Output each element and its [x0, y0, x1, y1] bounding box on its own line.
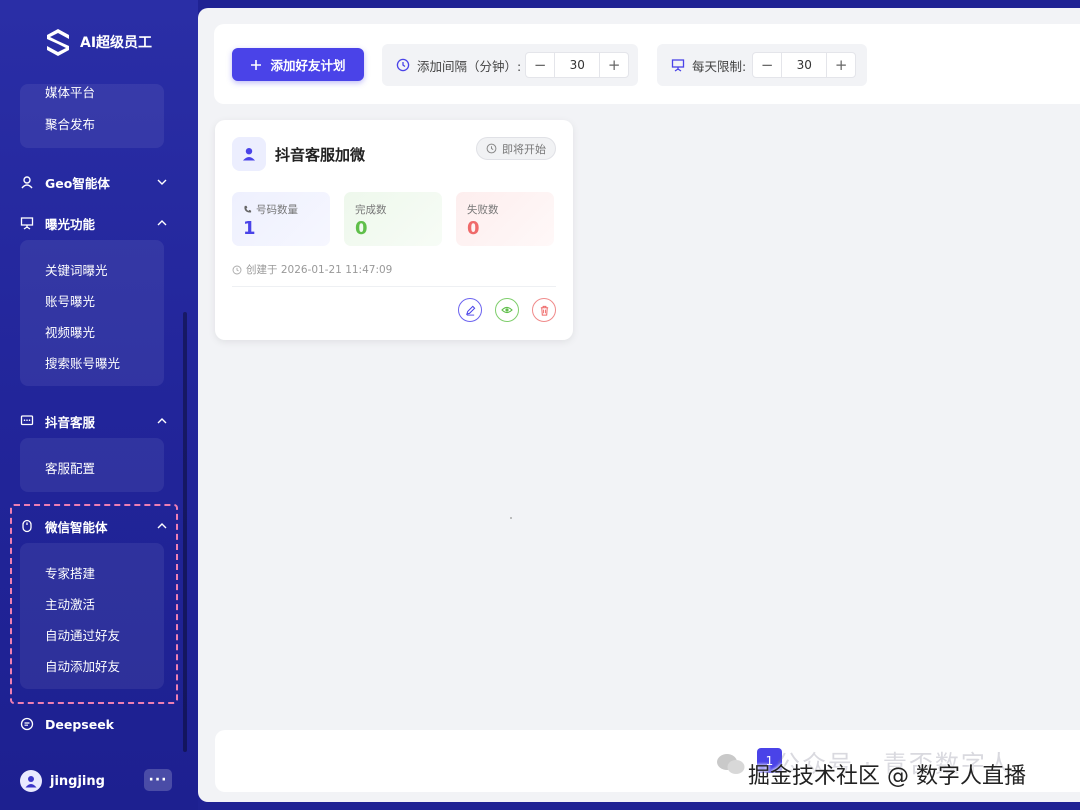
sidebar: AI超级员工 媒体平台 聚合发布 Geo智能体 曝光功能 关键词曝光 账号曝光 …	[0, 0, 198, 810]
card-divider	[232, 286, 556, 287]
created-time-text: 创建于 2026-01-21 11:47:09	[246, 264, 393, 276]
stat-completed-label: 完成数	[355, 204, 387, 216]
sidebar-section-exposure[interactable]: 曝光功能	[20, 211, 168, 235]
interval-decrement-button[interactable]: −	[526, 53, 554, 77]
user-profile[interactable]: jingjing	[20, 768, 105, 794]
clock-icon	[486, 143, 497, 154]
interval-stepper: − 30 +	[525, 52, 630, 78]
sidebar-section-douyin-cs-label: 抖音客服	[45, 414, 96, 430]
stat-completed-value: 0	[355, 218, 368, 239]
eye-icon	[501, 306, 513, 314]
sidebar-item-cs-config[interactable]: 客服配置	[45, 458, 95, 477]
avatar-icon	[20, 770, 42, 792]
status-badge: 即将开始	[476, 137, 556, 160]
daily-limit-stepper: − 30 +	[752, 52, 857, 78]
daily-limit-decrement-button[interactable]: −	[753, 53, 781, 77]
loading-dot	[510, 517, 512, 519]
sidebar-item-search-account-exposure[interactable]: 搜索账号曝光	[45, 353, 120, 372]
sidebar-section-wechat-agent-label: 微信智能体	[45, 519, 108, 535]
user-pin-icon	[20, 175, 34, 189]
chat-box-icon	[20, 414, 34, 428]
interval-control: 添加间隔（分钟）: − 30 +	[382, 44, 638, 86]
sidebar-item-aggregate-publish[interactable]: 聚合发布	[45, 114, 95, 133]
more-options-button[interactable]: ···	[144, 769, 172, 791]
sidebar-section-wechat-agent[interactable]: 微信智能体	[20, 514, 168, 538]
sidebar-section-geo-label: Geo智能体	[45, 175, 110, 191]
chat-bubble-icon	[20, 717, 34, 731]
mouse-icon	[20, 519, 34, 533]
plan-title: 抖音客服加微	[275, 146, 366, 164]
chevron-up-icon	[157, 418, 167, 424]
sidebar-section-douyin-cs[interactable]: 抖音客服	[20, 409, 168, 433]
daily-limit-control: 每天限制: − 30 +	[657, 44, 867, 86]
chevron-down-icon	[157, 179, 167, 185]
wechat-watermark-icon	[717, 754, 745, 774]
chevron-up-icon	[157, 220, 167, 226]
presentation-icon	[671, 59, 685, 72]
chevron-up-icon	[157, 523, 167, 529]
plus-icon	[251, 59, 262, 70]
status-text: 即将开始	[502, 142, 546, 156]
clock-icon	[396, 58, 410, 72]
sidebar-item-auto-add-friend[interactable]: 自动添加好友	[45, 656, 120, 675]
sidebar-item-account-exposure[interactable]: 账号曝光	[45, 291, 95, 310]
stat-failed: 失败数 0	[456, 192, 554, 246]
sidebar-section-deepseek-label: Deepseek	[45, 716, 114, 732]
brand-name: AI超级员工	[80, 35, 153, 51]
sidebar-item-video-exposure[interactable]: 视频曝光	[45, 322, 95, 341]
stat-phone-count-value: 1	[243, 218, 256, 239]
edit-icon	[465, 305, 475, 316]
interval-label: 添加间隔（分钟）:	[417, 58, 522, 74]
stat-phone-count: 号码数量 1	[232, 192, 330, 246]
sidebar-item-expert-build[interactable]: 专家搭建	[45, 563, 95, 582]
stat-label: 号码数量	[243, 202, 298, 217]
daily-limit-value-input[interactable]: 30	[781, 53, 828, 77]
sidebar-item-active-activation[interactable]: 主动激活	[45, 594, 95, 613]
brand[interactable]: AI超级员工	[44, 26, 152, 58]
sidebar-item-keyword-exposure[interactable]: 关键词曝光	[45, 260, 108, 279]
clock-icon	[232, 265, 242, 274]
daily-limit-increment-button[interactable]: +	[827, 53, 855, 77]
username: jingjing	[50, 773, 105, 789]
add-friend-plan-button[interactable]: 添加好友计划	[232, 48, 364, 81]
sidebar-section-geo[interactable]: Geo智能体	[20, 170, 168, 194]
stat-phone-count-label: 号码数量	[256, 204, 298, 216]
toolbar: 添加好友计划 添加间隔（分钟）: − 30 + 每天限制: − 30 +	[214, 24, 1080, 104]
interval-value-input[interactable]: 30	[554, 53, 601, 77]
main-content: 添加好友计划 添加间隔（分钟）: − 30 + 每天限制: − 30 + 抖音客	[198, 8, 1080, 802]
sidebar-item-auto-accept-friend[interactable]: 自动通过好友	[45, 625, 120, 644]
sidebar-scrollbar[interactable]	[183, 312, 187, 752]
delete-button[interactable]	[532, 298, 556, 322]
phone-icon	[244, 205, 252, 213]
presentation-icon	[20, 216, 34, 230]
trash-icon	[540, 305, 548, 316]
stat-completed: 完成数 0	[344, 192, 442, 246]
brand-logo-icon	[47, 29, 69, 56]
watermark-text: 掘金技术社区 @ 数字人直播	[748, 764, 1026, 789]
stat-failed-value: 0	[467, 218, 480, 239]
view-button[interactable]	[495, 298, 519, 322]
interval-increment-button[interactable]: +	[600, 53, 628, 77]
add-friend-plan-label: 添加好友计划	[270, 58, 346, 73]
sidebar-item-media-platform[interactable]: 媒体平台	[45, 82, 95, 101]
edit-button[interactable]	[458, 298, 482, 322]
sidebar-section-exposure-label: 曝光功能	[45, 216, 96, 232]
plan-card[interactable]: 抖音客服加微 即将开始 号码数量 1 完成数 0 失败数 0 创建于 2026-…	[215, 120, 573, 340]
daily-limit-label: 每天限制:	[692, 58, 747, 74]
stat-failed-label: 失败数	[467, 204, 499, 216]
created-time: 创建于 2026-01-21 11:47:09	[232, 262, 392, 277]
user-icon	[232, 137, 266, 171]
sidebar-section-deepseek[interactable]: Deepseek	[20, 712, 168, 736]
